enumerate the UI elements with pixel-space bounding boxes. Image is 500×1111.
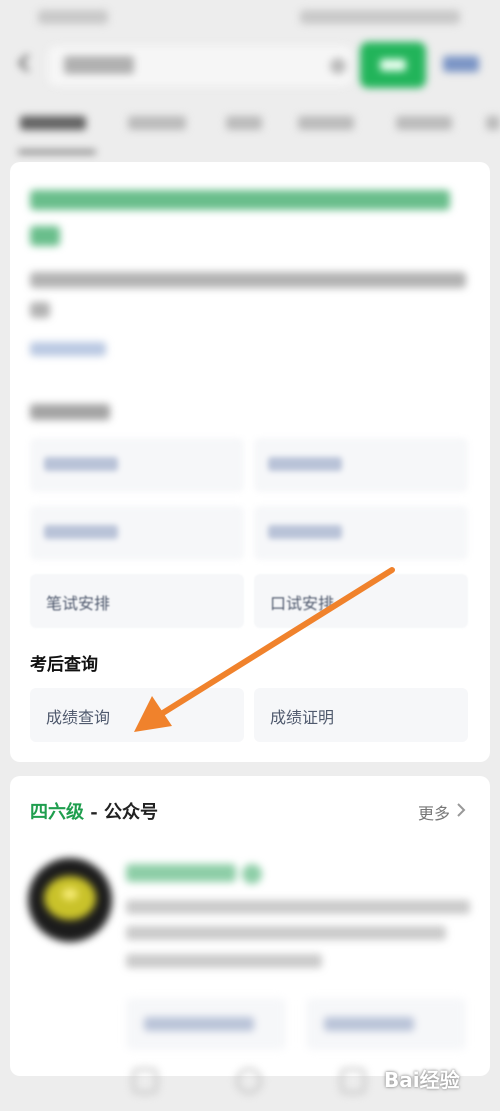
account-name[interactable] [126, 864, 236, 882]
search-input[interactable] [48, 46, 352, 86]
more-link[interactable]: 更多 [418, 800, 450, 824]
written-exam-button[interactable]: 笔试安排 [30, 574, 244, 628]
cancel-button[interactable] [443, 56, 479, 72]
account-service-button-1[interactable] [126, 998, 286, 1050]
nav-home-icon[interactable] [236, 1068, 262, 1094]
search-header [0, 36, 500, 92]
status-bar-battery [300, 10, 460, 24]
score-query-label: 成绩查询 [46, 708, 111, 727]
chevron-right-icon [457, 803, 466, 817]
card-title-line-2[interactable] [30, 226, 60, 246]
tab-4[interactable] [298, 116, 354, 130]
oral-exam-label: 口试安排 [270, 594, 335, 613]
written-exam-label: 笔试安排 [46, 594, 111, 613]
nav-back-icon[interactable] [132, 1068, 158, 1094]
tab-3[interactable] [226, 116, 262, 130]
service-button-4[interactable] [254, 506, 468, 560]
official-account-heading: 四六级 - 公众号 [30, 798, 158, 824]
service-button-2[interactable] [254, 438, 468, 492]
account-service-button-2[interactable] [306, 998, 466, 1050]
card-description [30, 272, 466, 288]
account-meta [126, 954, 322, 968]
after-exam-section-title: 考后查询 [30, 655, 98, 675]
search-button[interactable] [360, 42, 426, 88]
score-certificate-button[interactable]: 成绩证明 [254, 688, 468, 742]
account-description [126, 900, 470, 914]
heading-keyword: 四六级 [30, 802, 84, 823]
card-source-link[interactable] [30, 342, 106, 356]
card-title[interactable] [30, 190, 450, 210]
score-certificate-label: 成绩证明 [270, 708, 335, 727]
nav-menu-icon[interactable] [340, 1068, 366, 1094]
tab-5[interactable] [396, 116, 452, 130]
heading-suffix: - 公众号 [84, 802, 159, 823]
service-button-1[interactable] [30, 438, 244, 492]
active-tab-indicator [18, 150, 96, 154]
status-bar-signal [38, 10, 108, 24]
tab-2[interactable] [128, 116, 186, 130]
exam-info-card: 笔试安排 口试安排 考后查询 成绩查询 成绩证明 [10, 162, 490, 762]
score-query-button[interactable]: 成绩查询 [30, 688, 244, 742]
account-description-line-2 [126, 926, 446, 940]
oral-exam-button[interactable]: 口试安排 [254, 574, 468, 628]
card-description-line-2 [30, 302, 50, 318]
pre-exam-section-title [30, 404, 110, 420]
search-tabs [0, 104, 500, 154]
official-account-card: 四六级 - 公众号 更多 [10, 776, 490, 1076]
baidu-watermark: Bai经验 [384, 1068, 460, 1092]
search-query-text [64, 56, 134, 74]
verified-icon [242, 864, 262, 884]
more-label: 更多 [417, 804, 450, 823]
back-arrow-icon[interactable] [14, 52, 36, 74]
tab-all[interactable] [20, 116, 86, 130]
tab-6[interactable] [486, 116, 500, 130]
status-bar [0, 0, 500, 38]
service-button-3[interactable] [30, 506, 244, 560]
account-avatar[interactable] [28, 858, 112, 942]
clear-icon[interactable] [330, 58, 346, 74]
